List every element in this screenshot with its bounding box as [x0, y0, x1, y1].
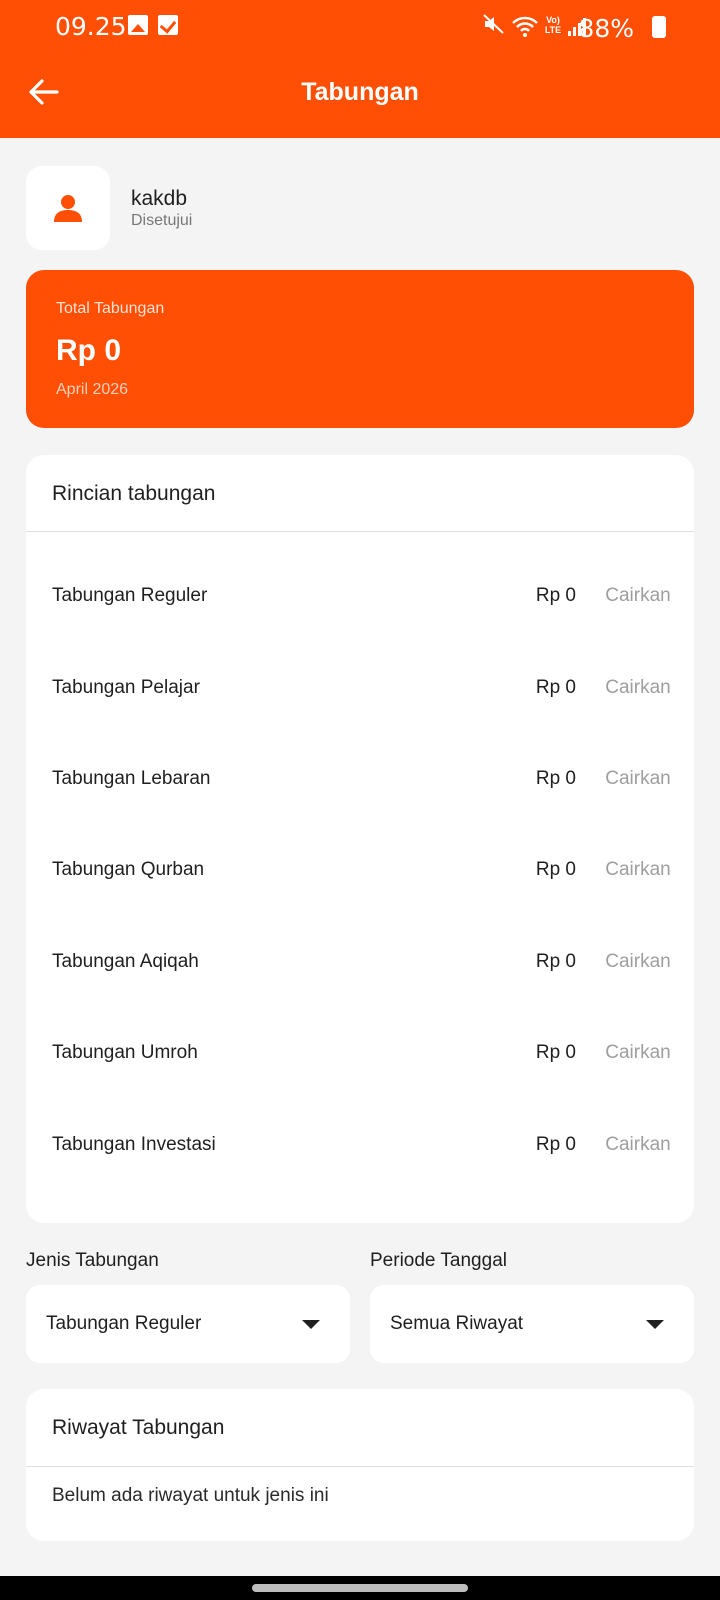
mute-icon	[482, 12, 506, 42]
divider	[26, 531, 694, 532]
saving-amount: Rp 0	[535, 1134, 576, 1155]
person-icon	[54, 195, 82, 222]
savings-type-dropdown[interactable]: Tabungan Reguler	[26, 1285, 350, 1363]
battery-percent: 88%	[578, 14, 634, 43]
date-period-value: Semua Riwayat	[390, 1313, 524, 1334]
withdraw-button[interactable]: Cairkan	[584, 859, 692, 881]
saving-name: Tabungan Investasi	[52, 1134, 216, 1155]
date-period-label: Periode Tanggal	[370, 1250, 507, 1271]
system-navigation-bar	[0, 1576, 720, 1600]
battery-icon	[652, 16, 666, 38]
saving-amount: Rp 0	[535, 1042, 576, 1063]
status-bar: 09.25 Vo) LTE 88%	[0, 0, 720, 52]
app-bar: 09.25 Vo) LTE 88% Tabungan	[0, 0, 720, 138]
withdraw-button[interactable]: Cairkan	[584, 585, 692, 607]
withdraw-button[interactable]: Cairkan	[584, 1042, 692, 1064]
saving-amount: Rp 0	[535, 859, 576, 880]
saving-name: Tabungan Aqiqah	[52, 951, 199, 972]
saving-name: Tabungan Reguler	[52, 585, 208, 606]
saving-amount: Rp 0	[535, 677, 576, 698]
saving-row: Tabungan Lebaran Rp 0 Cairkan	[26, 750, 694, 810]
wifi-icon	[512, 16, 538, 38]
saving-row: Tabungan Reguler Rp 0 Cairkan	[26, 567, 694, 627]
gallery-notification-icon	[128, 15, 148, 35]
savings-detail-card: Rincian tabungan Tabungan Reguler Rp 0 C…	[26, 455, 694, 1223]
saving-row: Tabungan Aqiqah Rp 0 Cairkan	[26, 933, 694, 993]
savings-history-card: Riwayat Tabungan Belum ada riwayat untuk…	[26, 1389, 694, 1541]
total-savings-period: April 2026	[56, 381, 129, 398]
total-savings-label: Total Tabungan	[56, 300, 165, 317]
status-time: 09.25	[55, 12, 127, 41]
withdraw-button[interactable]: Cairkan	[584, 1134, 692, 1156]
savings-type-value: Tabungan Reguler	[46, 1313, 202, 1334]
savings-detail-title: Rincian tabungan	[52, 482, 216, 505]
saving-row: Tabungan Qurban Rp 0 Cairkan	[26, 841, 694, 901]
saving-row: Tabungan Umroh Rp 0 Cairkan	[26, 1024, 694, 1084]
saving-name: Tabungan Qurban	[52, 859, 205, 880]
withdraw-button[interactable]: Cairkan	[584, 951, 692, 973]
divider	[26, 1466, 694, 1467]
avatar	[26, 166, 110, 250]
task-notification-icon	[158, 15, 178, 35]
total-savings-card: Total Tabungan Rp 0 April 2026	[26, 270, 694, 428]
savings-history-title: Riwayat Tabungan	[52, 1416, 225, 1439]
saving-name: Tabungan Pelajar	[52, 677, 200, 698]
withdraw-button[interactable]: Cairkan	[584, 768, 692, 790]
page-title: Tabungan	[301, 78, 419, 106]
saving-amount: Rp 0	[535, 768, 576, 789]
profile-name: kakdb	[131, 187, 188, 210]
saving-amount: Rp 0	[535, 585, 576, 606]
volte-lte-icon: Vo) LTE	[544, 15, 562, 35]
savings-type-label: Jenis Tabungan	[26, 1250, 159, 1271]
home-gesture-handle[interactable]	[252, 1584, 468, 1592]
total-savings-amount: Rp 0	[56, 334, 122, 367]
saving-name: Tabungan Lebaran	[52, 768, 211, 789]
saving-row: Tabungan Investasi Rp 0 Cairkan	[26, 1116, 694, 1176]
profile-status: Disetujui	[131, 212, 193, 229]
date-period-dropdown[interactable]: Semua Riwayat	[370, 1285, 694, 1363]
saving-amount: Rp 0	[535, 951, 576, 972]
saving-name: Tabungan Umroh	[52, 1042, 198, 1063]
history-empty-message: Belum ada riwayat untuk jenis ini	[52, 1485, 329, 1506]
caret-down-icon	[646, 1320, 664, 1329]
caret-down-icon	[302, 1320, 320, 1329]
withdraw-button[interactable]: Cairkan	[584, 677, 692, 699]
saving-row: Tabungan Pelajar Rp 0 Cairkan	[26, 659, 694, 719]
